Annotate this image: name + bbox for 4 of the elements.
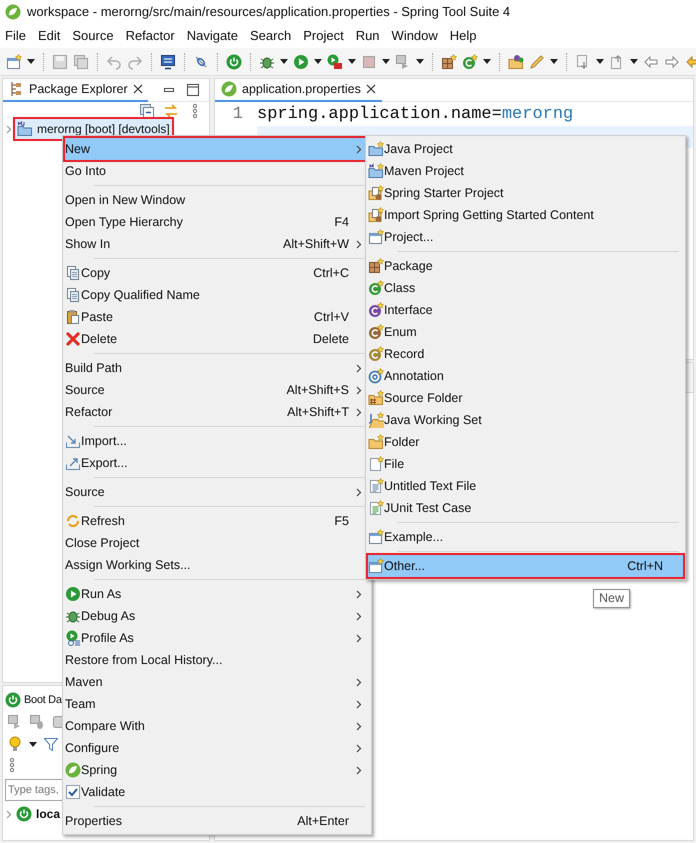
- tooltip: New: [593, 589, 630, 608]
- window-title: workspace - merorng/src/main/resources/application.properties - Spring Tool Suite 4: [27, 3, 510, 22]
- line-number: 1: [232, 104, 244, 126]
- code-line: spring.application.name=merorng: [257, 104, 574, 126]
